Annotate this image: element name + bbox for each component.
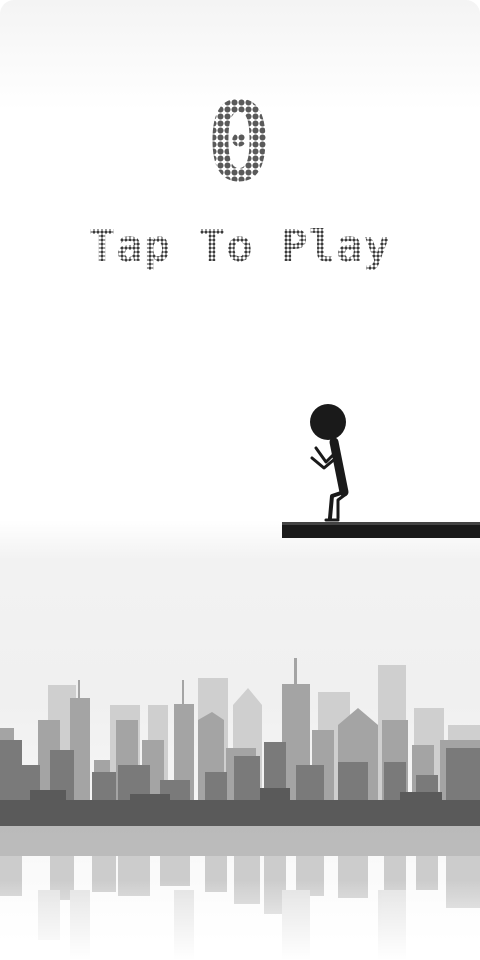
- reflection-fade: [0, 880, 480, 960]
- tap-to-play-prompt[interactable]: Tap To Play: [0, 222, 480, 272]
- platform: [282, 522, 480, 538]
- score-counter: 0: [205, 78, 275, 206]
- game-screen[interactable]: 0 Tap To Play: [0, 0, 480, 960]
- player-stickman: [310, 404, 349, 522]
